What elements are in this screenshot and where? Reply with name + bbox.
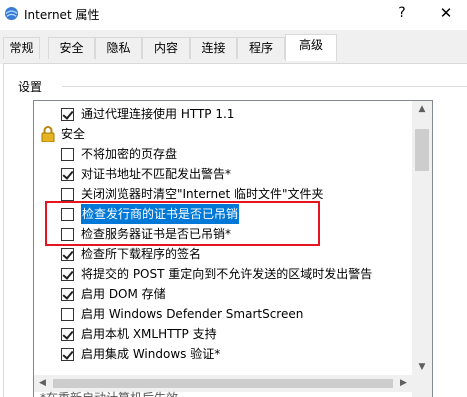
checkbox[interactable] <box>61 328 74 341</box>
tab-security[interactable]: 安全 <box>48 37 95 59</box>
scroll-down-arrow-icon[interactable]: ▼ <box>412 359 432 376</box>
tab-programs[interactable]: 程序 <box>237 37 285 59</box>
setting-no-save-encrypted[interactable]: 不将加密的页存盘 <box>34 144 414 164</box>
tab-advanced[interactable]: 高级 <box>285 34 337 61</box>
scrollbar-corner <box>412 375 432 392</box>
internet-options-icon <box>4 6 19 21</box>
group-security: 安全 <box>34 124 414 144</box>
horizontal-scroll-thumb[interactable] <box>53 379 393 388</box>
tab-general[interactable]: 常规 <box>3 37 40 59</box>
scroll-up-arrow-icon[interactable]: ▲ <box>412 101 432 118</box>
settings-list[interactable]: 通过代理连接使用 HTTP 1.1 安全 不将加密的页存盘 对证书地址不匹配发出… <box>33 100 433 397</box>
tab-privacy[interactable]: 隐私 <box>95 37 142 59</box>
help-button[interactable]: ? <box>390 3 414 23</box>
checkbox[interactable] <box>61 108 74 121</box>
setting-label: 对证书地址不匹配发出警告* <box>81 167 232 181</box>
checkbox[interactable] <box>61 268 74 281</box>
setting-label: 启用 Windows Defender SmartScreen <box>81 307 304 321</box>
setting-dom-storage[interactable]: 启用 DOM 存储 <box>34 284 414 304</box>
setting-label: 启用本机 XMLHTTP 支持 <box>81 327 217 341</box>
checkbox[interactable] <box>61 148 74 161</box>
tab-connections[interactable]: 连接 <box>190 37 237 59</box>
setting-label: 启用 DOM 存储 <box>81 287 166 301</box>
scroll-right-arrow-icon[interactable]: ▶ <box>395 375 412 392</box>
scroll-thumb[interactable] <box>415 129 429 171</box>
checkbox[interactable] <box>61 308 74 321</box>
setting-http11-proxy[interactable]: 通过代理连接使用 HTTP 1.1 <box>34 104 414 124</box>
checkbox[interactable] <box>61 288 74 301</box>
settings-label: 设置 <box>18 80 43 94</box>
group-divider <box>62 86 467 87</box>
tab-content[interactable]: 内容 <box>142 37 190 59</box>
setting-label: 不将加密的页存盘 <box>81 147 178 161</box>
tab-strip: 常规 安全 隐私 内容 连接 程序 高级 <box>0 30 467 64</box>
group-label: 安全 <box>61 127 86 141</box>
checkbox[interactable] <box>61 248 74 261</box>
setting-cert-mismatch[interactable]: 对证书地址不匹配发出警告* <box>34 164 414 184</box>
setting-label: 启用集成 Windows 验证* <box>81 347 221 361</box>
window-title: Internet 属性 <box>24 8 100 22</box>
setting-integrated-windows-auth[interactable]: 启用集成 Windows 验证* <box>34 344 414 364</box>
vertical-scrollbar[interactable]: ▲ ▼ <box>412 101 432 397</box>
setting-post-redirect-warning[interactable]: 将提交的 POST 重定向到不允许发送的区域时发出警告 <box>34 264 414 284</box>
lock-icon <box>41 126 55 142</box>
highlight-annotation-box <box>45 201 320 246</box>
checkbox[interactable] <box>61 188 74 201</box>
setting-check-download-signature[interactable]: 检查所下载程序的签名 <box>34 244 414 264</box>
title-bar: Internet 属性 ? ✕ <box>0 0 467 30</box>
restart-note: *在重新启动计算机后生效 <box>40 389 178 397</box>
checkbox[interactable] <box>61 168 74 181</box>
close-button[interactable]: ✕ <box>434 3 458 23</box>
setting-label: 检查所下载程序的签名 <box>81 247 202 261</box>
setting-label: 通过代理连接使用 HTTP 1.1 <box>81 107 235 121</box>
setting-native-xmlhttp[interactable]: 启用本机 XMLHTTP 支持 <box>34 324 414 344</box>
setting-label: 将提交的 POST 重定向到不允许发送的区域时发出警告 <box>81 267 373 281</box>
setting-smartscreen[interactable]: 启用 Windows Defender SmartScreen <box>34 304 414 324</box>
checkbox[interactable] <box>61 348 74 361</box>
